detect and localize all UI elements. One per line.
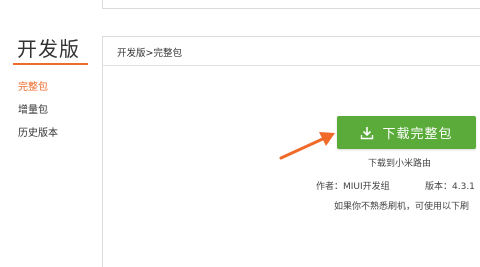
- download-full-package-button[interactable]: 下载完整包: [337, 116, 476, 149]
- sidebar-item-incremental-package[interactable]: 增量包: [18, 101, 48, 116]
- download-to-router-link[interactable]: 下载到小米路由: [368, 156, 431, 169]
- download-icon: [361, 126, 374, 139]
- sidebar: 开发版 完整包 增量包 历史版本: [0, 0, 100, 253]
- download-button-label: 下载完整包: [382, 127, 453, 142]
- sidebar-item-full-package[interactable]: 完整包: [18, 78, 48, 93]
- sidebar-item-history-versions[interactable]: 历史版本: [18, 124, 58, 139]
- hint-text: 如果你不熟悉刷机，可使用以下刷: [334, 202, 470, 212]
- breadcrumb: 开发版>完整包: [117, 48, 182, 59]
- top-panel: [102, 0, 480, 9]
- sidebar-title-underline: [13, 63, 88, 65]
- sidebar-title: 开发版: [17, 37, 80, 61]
- breadcrumb-bar: 开发版>完整包: [103, 37, 480, 66]
- version-text: 版本：4.3.1: [425, 182, 475, 192]
- author-text: 作者：MIUI开发组: [316, 182, 390, 192]
- pointer-arrow: [279, 132, 335, 160]
